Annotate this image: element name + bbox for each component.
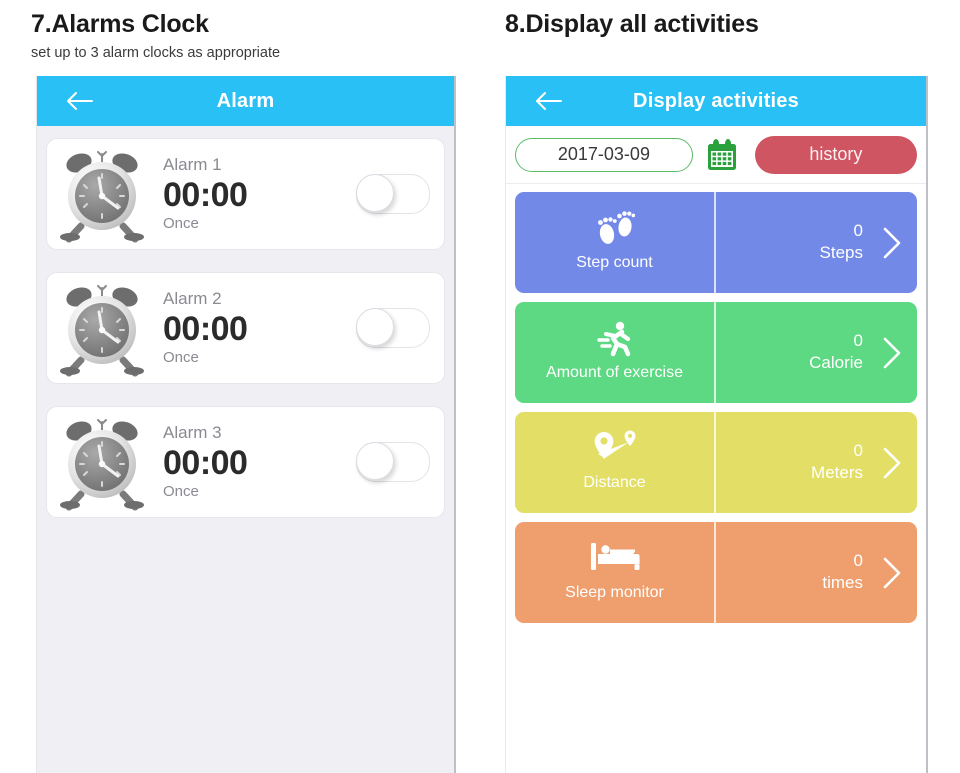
activity-value: 0 <box>853 440 863 460</box>
alarm-clock-icon <box>55 278 151 378</box>
toggle-knob <box>356 174 394 212</box>
calendar-icon[interactable] <box>707 138 737 171</box>
alarm-card[interactable]: Alarm 2 00:00 Once <box>46 272 445 384</box>
history-button[interactable]: history <box>754 135 917 174</box>
activities-toolbar: 2017-03-09 history <box>506 126 926 184</box>
alarm-toggle[interactable] <box>356 308 430 348</box>
activity-value: 0 <box>853 330 863 350</box>
activity-label: Amount of exercise <box>546 363 683 381</box>
toggle-knob <box>356 308 394 346</box>
activity-value: 0 <box>853 550 863 570</box>
activities-appbar: Display activities <box>506 76 926 126</box>
activity-label: Sleep monitor <box>565 583 664 601</box>
activity-card-distance[interactable]: Distance 0 Meters <box>515 412 917 513</box>
alarm-card[interactable]: Alarm 3 00:00 Once <box>46 406 445 518</box>
back-arrow-icon[interactable] <box>65 90 93 112</box>
activity-card-step-count[interactable]: Step count 0 Steps <box>515 192 917 293</box>
alarm-info: Alarm 2 00:00 Once <box>151 289 356 366</box>
chevron-right-icon[interactable] <box>881 226 903 260</box>
activity-card-left: Step count <box>515 192 716 293</box>
alarm-name: Alarm 1 <box>163 155 222 175</box>
right-section-title: 8.Display all activities <box>505 10 759 38</box>
activity-unit: times <box>822 573 863 593</box>
running-person-icon <box>595 320 635 358</box>
alarm-card[interactable]: Alarm 1 00:00 Once <box>46 138 445 250</box>
toggle-knob <box>356 442 394 480</box>
alarm-repeat: Once <box>163 482 199 500</box>
chevron-right-icon[interactable] <box>881 446 903 480</box>
alarm-screen: Alarm Alarm 1 00:00 Once Alarm 2 00:00 O… <box>36 76 456 773</box>
alarm-time: 00:00 <box>163 309 248 348</box>
activity-card-left: Sleep monitor <box>515 522 716 623</box>
activity-value: 0 <box>853 220 863 240</box>
alarm-toggle[interactable] <box>356 174 430 214</box>
alarm-repeat: Once <box>163 214 199 232</box>
activities-appbar-title: Display activities <box>633 89 799 112</box>
alarm-info: Alarm 3 00:00 Once <box>151 423 356 500</box>
footprints-icon <box>592 210 638 248</box>
route-pins-icon <box>591 430 639 468</box>
activity-unit: Meters <box>811 463 863 483</box>
activity-unit: Calorie <box>809 353 863 373</box>
activity-unit: Steps <box>819 243 863 263</box>
alarm-clock-icon <box>55 412 151 512</box>
alarm-clock-icon <box>55 144 151 244</box>
activity-card-left: Distance <box>515 412 716 513</box>
bed-icon <box>590 540 640 578</box>
alarm-name: Alarm 2 <box>163 289 222 309</box>
activity-card-left: Amount of exercise <box>515 302 716 403</box>
alarm-appbar: Alarm <box>37 76 454 126</box>
left-section-title: 7.Alarms Clock <box>31 10 209 38</box>
alarm-toggle[interactable] <box>356 442 430 482</box>
alarm-time: 00:00 <box>163 443 248 482</box>
activity-label: Step count <box>576 253 653 271</box>
chevron-right-icon[interactable] <box>881 336 903 370</box>
alarm-info: Alarm 1 00:00 Once <box>151 155 356 232</box>
activity-card-exercise[interactable]: Amount of exercise 0 Calorie <box>515 302 917 403</box>
alarm-appbar-title: Alarm <box>216 89 275 112</box>
activity-list: Step count 0 Steps Amount of exercise 0 … <box>506 184 926 623</box>
display-activities-screen: Display activities 2017-03-09 history St… <box>505 76 928 773</box>
date-input[interactable]: 2017-03-09 <box>515 137 693 172</box>
activity-card-sleep[interactable]: Sleep monitor 0 times <box>515 522 917 623</box>
left-section-subtitle: set up to 3 alarm clocks as appropriate <box>31 45 281 61</box>
alarm-name: Alarm 3 <box>163 423 222 443</box>
alarm-repeat: Once <box>163 348 199 366</box>
activity-label: Distance <box>583 473 646 491</box>
chevron-right-icon[interactable] <box>881 556 903 590</box>
back-arrow-icon[interactable] <box>534 90 562 112</box>
alarm-list: Alarm 1 00:00 Once Alarm 2 00:00 Once Al… <box>37 126 454 518</box>
alarm-time: 00:00 <box>163 175 248 214</box>
